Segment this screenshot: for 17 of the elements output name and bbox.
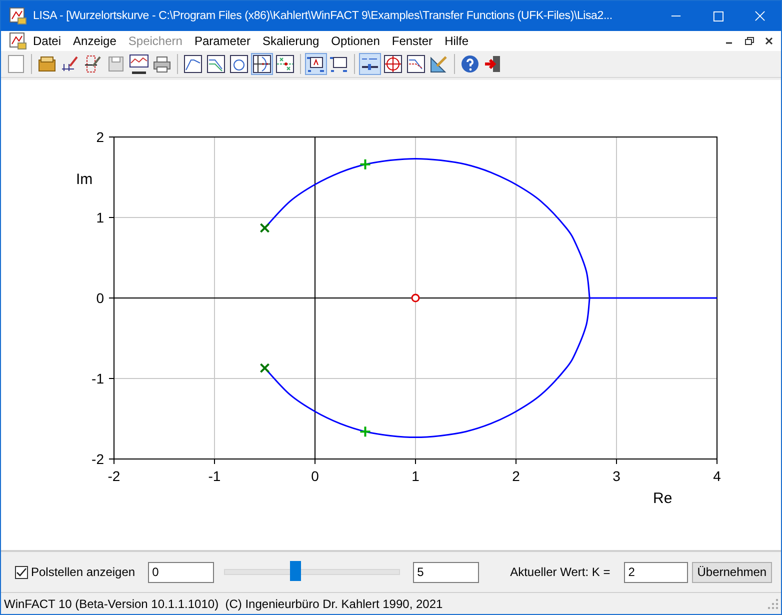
x-tick-label: 4 bbox=[713, 468, 721, 484]
x-tick-label: 0 bbox=[311, 468, 319, 484]
y-tick-label: 2 bbox=[96, 129, 104, 145]
x-tick-label: -1 bbox=[208, 468, 221, 484]
y-axis-label: Im bbox=[76, 171, 93, 188]
y-tick-label: 0 bbox=[96, 290, 104, 306]
current-value-label: Aktueller Wert: K = bbox=[510, 565, 610, 579]
y-tick-label: -2 bbox=[92, 451, 104, 467]
x-tick-label: -2 bbox=[108, 468, 120, 484]
status-text: WinFACT 10 (Beta-Version 10.1.1.1010) (C) Ingenieurbüro Dr. Kahlert 1990, 2021 bbox=[4, 596, 443, 610]
x-tick-label: 2 bbox=[512, 468, 520, 484]
y-tick-label: 1 bbox=[96, 210, 104, 226]
y-tick-label: -1 bbox=[92, 370, 104, 386]
window-title: LISA - [Wurzelortskurve - C:\Program Files (x86)\Kahlert\WinFACT 9\Examples\Transfer Functions (UFK-Files)\Lisa2... bbox=[33, 10, 614, 22]
x-tick-label: 1 bbox=[412, 468, 420, 484]
x-tick-label: 3 bbox=[612, 468, 620, 484]
x-axis-label: Re bbox=[653, 490, 672, 507]
